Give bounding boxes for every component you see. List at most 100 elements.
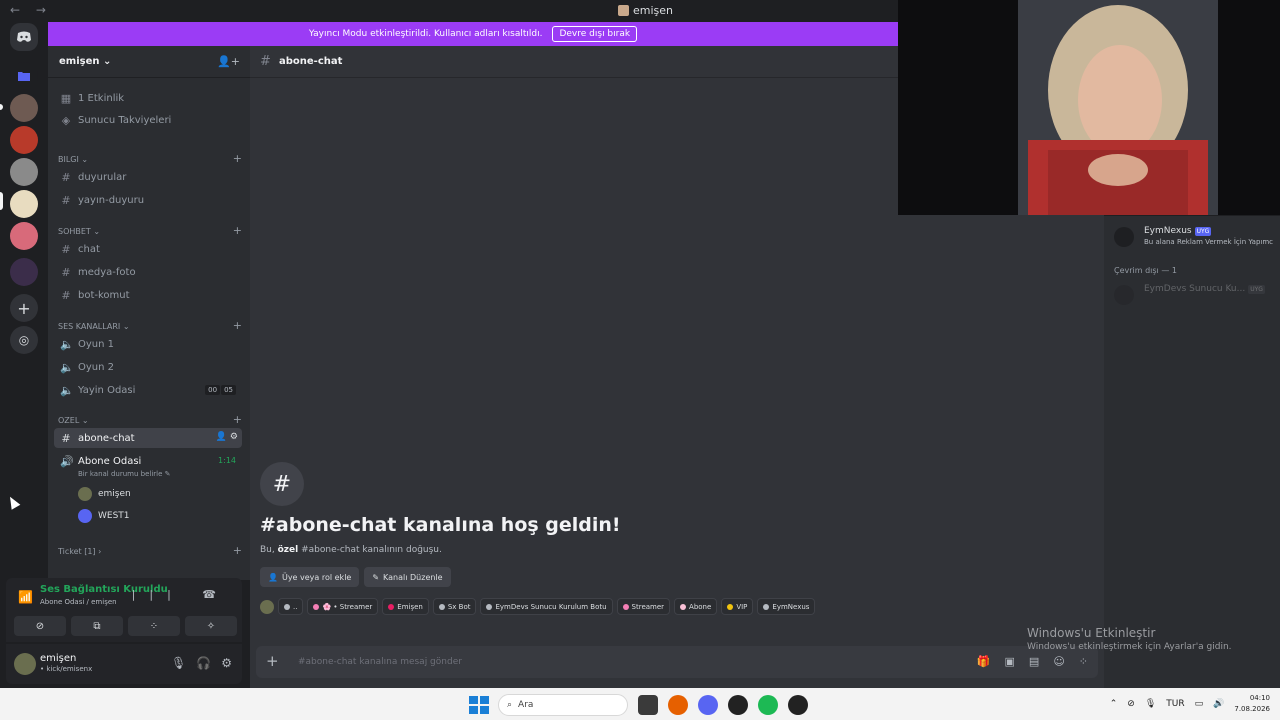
voice-channel-oyun1[interactable]: 🔈 Oyun 1 (54, 334, 242, 354)
disable-streamer-mode-button[interactable]: Devre dışı bırak (552, 26, 638, 42)
language-indicator[interactable]: TUR (1166, 699, 1184, 709)
category-ses[interactable]: SES KANALLARI ⌄ + (58, 319, 244, 333)
discord-home-icon[interactable] (10, 23, 38, 51)
screen-share-icon[interactable]: ⧉ (71, 616, 123, 636)
role-chip[interactable]: EymDevs Sunucu Kurulum Botu (480, 598, 613, 615)
voice-user[interactable]: WEST1 (78, 507, 238, 525)
attach-icon[interactable]: + (266, 652, 279, 670)
add-channel-icon[interactable]: + (233, 319, 242, 332)
soundboard-icon[interactable]: ✧ (185, 616, 237, 636)
server-avatar[interactable] (10, 126, 38, 154)
volume-icon[interactable]: 🔊 (1213, 699, 1224, 709)
tray-overflow-icon[interactable]: ⌃ (1110, 699, 1118, 709)
role-chip[interactable]: EymNexus (757, 598, 816, 615)
add-channel-icon[interactable]: + (233, 224, 242, 237)
voice-channel-abone-odasi[interactable]: 🔊 Abone Odasi 1:14 (54, 451, 242, 471)
role-chip[interactable]: 🌸 • Streamer (307, 598, 379, 615)
member-item[interactable]: EymNexus UYG Bu alana Reklam Vermek İçin… (1114, 224, 1274, 250)
member-item[interactable]: EymDevs Sunucu Ku... UYG (1114, 282, 1274, 308)
category-bilgi[interactable]: BILGI ⌄ + (58, 152, 244, 166)
channel-duyurular[interactable]: # duyurular (54, 167, 242, 187)
add-channel-icon[interactable]: + (233, 152, 242, 165)
channel-abone-chat[interactable]: # abone-chat 👤 ⚙ (54, 428, 242, 448)
category-ticket[interactable]: Ticket [1] › + (58, 544, 244, 558)
events-item[interactable]: ▦ 1 Etkinlik (54, 88, 242, 108)
microphone-icon[interactable]: 🎙 (171, 656, 186, 670)
settings-icon[interactable]: ⚙ (221, 656, 232, 670)
role-chip[interactable]: Abone (674, 598, 718, 615)
server-avatar[interactable] (10, 222, 38, 250)
role-chip[interactable]: Sx Bot (432, 598, 477, 615)
voice-user[interactable]: emişen (78, 485, 238, 503)
channel-label: Yayin Odasi (78, 384, 136, 396)
server-avatar[interactable] (10, 258, 38, 286)
avatar (260, 599, 274, 614)
invite-icon[interactable]: 👤 (216, 432, 227, 442)
sticker-icon[interactable]: ▤ (1029, 655, 1039, 668)
text-channel-icon: # (260, 54, 271, 69)
voice-channel-oyun2[interactable]: 🔈 Oyun 2 (54, 357, 242, 377)
discord-icon[interactable] (698, 695, 718, 715)
signal-icon: 📶 (18, 590, 33, 604)
channel-bot-komut[interactable]: # bot-komut (54, 285, 242, 305)
monitor-icon[interactable]: ▭ (1195, 699, 1204, 709)
search-icon: ⌕ (507, 700, 513, 710)
start-icon[interactable] (468, 695, 489, 715)
nav-arrows[interactable]: ← → (10, 3, 52, 17)
clock[interactable]: 04:10 7.08.2026 (1234, 693, 1270, 715)
emoji-icon[interactable]: ☺ (1053, 655, 1064, 668)
add-channel-icon[interactable]: + (233, 544, 242, 557)
add-server-icon[interactable]: + (10, 294, 38, 322)
discover-icon[interactable]: ◎ (10, 326, 38, 354)
add-channel-icon[interactable]: + (233, 413, 242, 426)
channel-status-prompt[interactable]: Bir kanal durumu belirle ✎ (78, 470, 171, 478)
avatar (1114, 227, 1134, 247)
edit-channel-button[interactable]: ✎ Kanalı Düzenle (364, 567, 451, 587)
voice-channel-yayin-odasi[interactable]: 🔈 Yayin Odasi 00 05 (54, 380, 242, 400)
folder-icon[interactable] (10, 62, 38, 90)
channel-label: abone-chat (78, 432, 135, 444)
file-explorer-icon[interactable] (638, 695, 658, 715)
role-chip[interactable]: Emişen (382, 598, 429, 615)
taskbar-search[interactable]: ⌕ Ara (498, 694, 628, 716)
role-chip[interactable]: VIP (721, 598, 754, 615)
role-chip[interactable]: Streamer (616, 598, 671, 615)
message-input[interactable]: #abone-chat kanalına mesaj gönder (298, 657, 462, 667)
user-status: • kick/emisenx (40, 665, 93, 673)
apps-icon[interactable]: ⁘ (1079, 655, 1088, 668)
firefox-icon[interactable] (668, 695, 688, 715)
channel-medya-foto[interactable]: # medya-foto (54, 262, 242, 282)
role-color-dot (313, 603, 320, 610)
add-members-button[interactable]: 👤 Üye veya rol ekle (260, 567, 360, 587)
activities-icon[interactable]: ⁘ (128, 616, 180, 636)
camera-off-icon[interactable]: ⊘ (14, 616, 66, 636)
server-avatar[interactable] (10, 94, 38, 122)
network-icon[interactable]: ⊘ (1127, 699, 1135, 709)
channel-yayin-duyuru[interactable]: # yayın-duyuru (54, 190, 242, 210)
role-label: Emişen (397, 602, 423, 611)
obs-icon[interactable] (788, 695, 808, 715)
role-chip[interactable]: .. (278, 598, 304, 615)
voice-right-icons[interactable]: ||| ☎ (132, 588, 230, 601)
microphone-icon[interactable]: 🎙 (1145, 699, 1156, 709)
settings-icon[interactable]: ⚙ (230, 432, 238, 442)
speaker-icon: 🔈 (60, 383, 74, 397)
server-header[interactable]: emişen ⌄ 👤+ (48, 46, 250, 78)
gift-icon[interactable]: 🎁 (977, 655, 991, 668)
avatar[interactable] (14, 653, 36, 675)
add-members-label: Üye veya rol ekle (281, 572, 352, 582)
text-channel-icon: # (61, 170, 71, 184)
message-composer: + #abone-chat kanalına mesaj gönder 🎁 ▣ … (256, 646, 1098, 678)
app-icon[interactable] (728, 695, 748, 715)
channel-chat[interactable]: # chat (54, 239, 242, 259)
invite-icon[interactable]: 👤+ (217, 55, 240, 68)
category-sohbet[interactable]: SOHBET ⌄ + (58, 224, 244, 238)
gif-icon[interactable]: ▣ (1005, 655, 1015, 668)
headphones-icon[interactable]: 🎧 (196, 656, 211, 670)
voice-location[interactable]: Abone Odasi / emişen (40, 598, 117, 606)
spotify-icon[interactable] (758, 695, 778, 715)
server-avatar[interactable] (10, 190, 38, 218)
category-ozel[interactable]: OZEL ⌄ + (58, 413, 244, 427)
boosts-item[interactable]: ◈ Sunucu Takviyeleri (54, 110, 242, 130)
server-avatar[interactable] (10, 158, 38, 186)
